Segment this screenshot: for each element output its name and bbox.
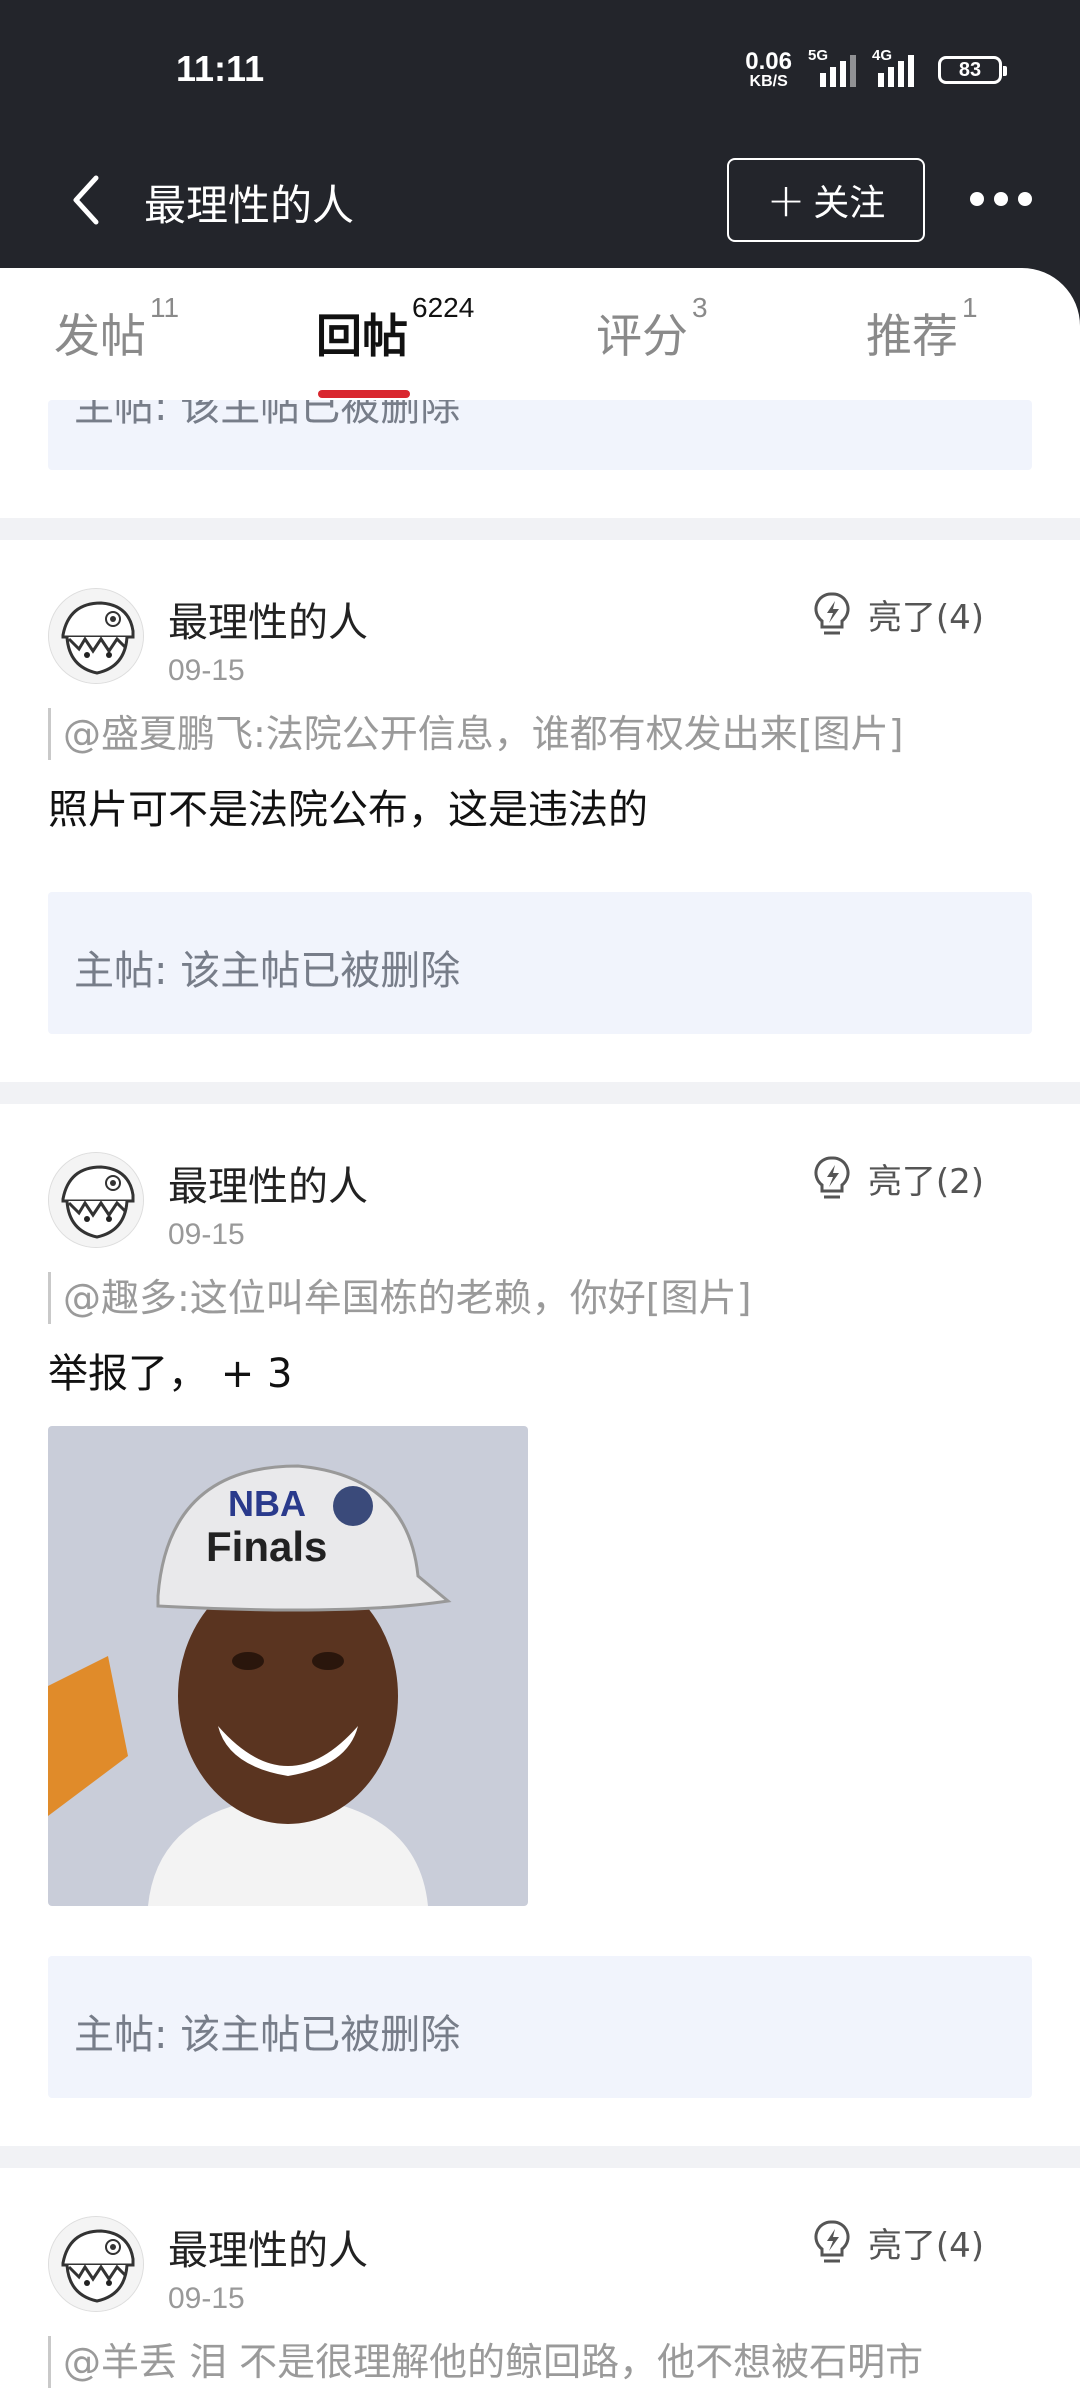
network-speed: 0.06 KB/S [745,50,792,90]
more-icon[interactable] [970,192,1032,206]
separator [0,2146,1080,2168]
separator [0,1082,1080,1104]
light-button[interactable]: 亮了(4) [812,590,984,639]
follow-label: 关注 [813,183,886,224]
reply-item[interactable]: 最理性的人 09-15 亮了(2) @趣多:这位叫牟国栋的老赖，你好[图片] 举… [0,1104,1080,1906]
quoted-reply[interactable]: @羊丢 泪 不是很理解他的鲸回路，他不想被石明市 [48,2336,1032,2388]
author-name[interactable]: 最理性的人 [168,2218,368,2276]
author-name[interactable]: 最理性的人 [168,1154,368,1212]
avatar[interactable] [48,2216,144,2312]
signal-4g-icon: 4G [872,47,920,87]
tab-bar: 发帖11 回帖6224 评分3 推荐1 [0,268,1080,400]
reply-text: 举报了， + 3 [48,1351,293,1397]
active-tab-indicator [318,390,410,398]
network-speed-value: 0.06 [745,48,792,75]
tab-replies[interactable]: 回帖6224 [316,292,474,366]
battery-icon: 83 [938,56,1007,84]
reply-item[interactable]: 最理性的人 09-15 亮了(4) @盛夏鹏飞:法院公开信息，谁都有权发出来[图… [0,540,1080,836]
signal-5g-icon: 5G [808,47,856,87]
separator [0,518,1080,540]
reply-item[interactable]: 最理性的人 09-15 亮了(4) @羊丢 泪 不是很理解他的鲸回路，他不想被石… [0,2168,1080,2388]
post-date: 09-15 [168,654,245,687]
lightning-bulb-icon [814,2219,850,2262]
follow-button[interactable]: + 关注 [727,158,925,242]
lightning-bulb-icon [814,591,850,634]
tab-recommend[interactable]: 推荐1 [866,292,978,366]
avatar[interactable] [48,588,144,684]
main-post-quote[interactable]: 主帖: 该主帖已被删除 [48,892,1032,1034]
reply-image[interactable]: NBA Finals [48,1426,528,1906]
tab-ratings[interactable]: 评分3 [596,292,708,366]
page-title: 最理性的人 [144,181,355,230]
network-speed-unit: KB/S [749,73,788,90]
cap-logo-text: NBA [228,1483,306,1524]
reply-text: 照片可不是法院公布，这是违法的 [48,787,648,833]
post-date: 09-15 [168,2282,245,2315]
cap-logo-text: Finals [206,1523,327,1570]
status-time: 11:11 [176,48,265,89]
author-name[interactable]: 最理性的人 [168,590,368,648]
main-post-quote[interactable]: 主帖: 该主帖已被删除 [48,1956,1032,2098]
main-post-quote[interactable]: 主帖: 该主帖已被删除 [48,400,1032,470]
status-indicators: 0.06 KB/S 5G 4G 83 [745,47,1007,90]
plus-icon: + [766,173,806,227]
avatar[interactable] [48,1152,144,1248]
post-date: 09-15 [168,1218,245,1251]
light-button[interactable]: 亮了(4) [812,2218,984,2267]
lightning-bulb-icon [814,1155,850,1198]
reply-list[interactable]: 主帖: 该主帖已被删除 最理性的人 09-15 亮了(4) @盛夏鹏飞:法院公开… [0,400,1080,2400]
tab-posts[interactable]: 发帖11 [54,292,179,366]
quoted-reply[interactable]: @趣多:这位叫牟国栋的老赖，你好[图片] [48,1272,1032,1324]
light-button[interactable]: 亮了(2) [812,1154,984,1203]
back-arrow-icon[interactable] [64,170,108,230]
quoted-reply[interactable]: @盛夏鹏飞:法院公开信息，谁都有权发出来[图片] [48,708,1032,760]
